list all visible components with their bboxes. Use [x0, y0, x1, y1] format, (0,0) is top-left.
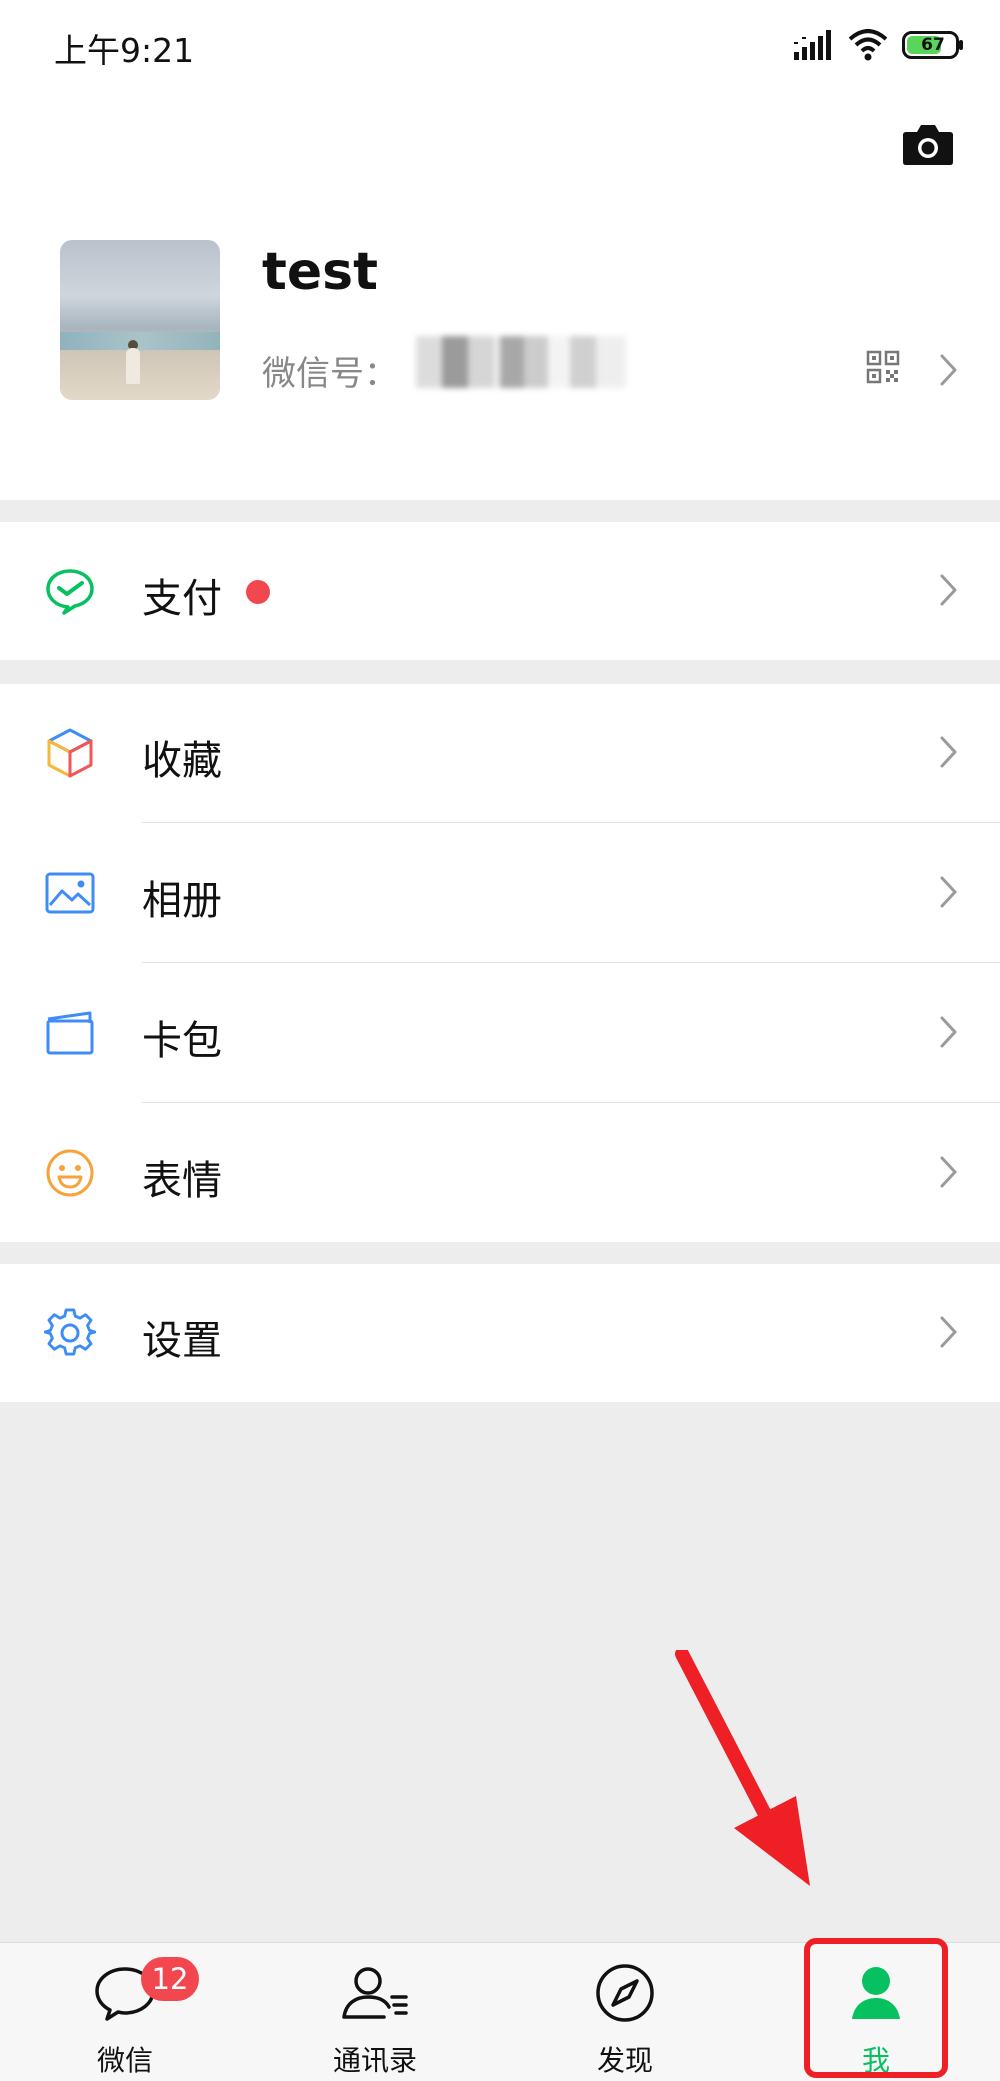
menu-item-label: 卡包 [142, 1018, 222, 1064]
divider [142, 822, 1000, 823]
menu-item-label: 表情 [142, 1158, 222, 1204]
notification-dot [246, 580, 270, 604]
menu-item-stickers[interactable]: 表情 [0, 1104, 1000, 1242]
cube-icon [47, 728, 93, 778]
chevron-right-icon [940, 1016, 957, 1048]
contacts-icon [342, 1967, 408, 2019]
wechat-pay-icon [46, 569, 94, 615]
tab-label: 微信 [96, 2044, 153, 2077]
menu-item-label: 设置 [142, 1318, 222, 1364]
status-time: 上午9:21 [54, 31, 195, 70]
menu-item-label: 相册 [142, 878, 222, 924]
wechat-id-label: 微信号： [262, 354, 398, 394]
chevron-right-icon [940, 354, 957, 386]
smiley-icon [46, 1149, 94, 1197]
chevron-right-icon [940, 1156, 957, 1188]
gear-icon [44, 1308, 96, 1356]
status-icons: 67 [794, 26, 964, 64]
nickname: test [262, 242, 378, 302]
tab-discover[interactable]: 发现 [525, 1943, 725, 2081]
chevron-right-icon [940, 574, 957, 606]
menu-group-settings: 设置 [0, 1264, 1000, 1402]
annotation-arrow [675, 1650, 810, 1886]
avatar[interactable] [60, 240, 220, 400]
camera-icon[interactable] [902, 122, 954, 166]
battery-level: 67 [921, 35, 945, 55]
status-bar: 上午9:21 67 [0, 0, 1000, 92]
menu-item-album[interactable]: 相册 [0, 824, 1000, 962]
tab-chats[interactable]: 12 微信 [25, 1943, 225, 2081]
chevron-right-icon [940, 736, 957, 768]
profile-header[interactable]: test 微信号： [0, 92, 1000, 500]
picture-icon [45, 872, 95, 914]
menu-item-label: 收藏 [142, 738, 222, 784]
menu-group-pay: 支付 [0, 522, 1000, 660]
divider [142, 962, 1000, 963]
menu-item-cards[interactable]: 卡包 [0, 964, 1000, 1102]
annotation-highlight-box [804, 1938, 948, 2078]
menu-item-pay[interactable]: 支付 [0, 522, 1000, 660]
menu-item-favorites[interactable]: 收藏 [0, 684, 1000, 822]
wechat-id-redacted [414, 336, 626, 388]
menu-item-settings[interactable]: 设置 [0, 1264, 1000, 1402]
tab-label: 通讯录 [332, 2044, 417, 2077]
chevron-right-icon [940, 1316, 957, 1348]
signal-icon [794, 30, 831, 60]
tab-contacts[interactable]: 通讯录 [275, 1943, 475, 2081]
card-wallet-icon [46, 1011, 94, 1055]
qr-code-icon[interactable] [866, 350, 900, 384]
battery-icon: 67 [902, 31, 964, 59]
unread-badge: 12 [141, 1957, 199, 2001]
tab-label: 发现 [596, 2044, 653, 2077]
compass-icon [596, 1964, 654, 2022]
chevron-right-icon [940, 876, 957, 908]
divider [142, 1102, 1000, 1103]
menu-group-main: 收藏 相册 卡包 表情 [0, 684, 1000, 1242]
menu-item-label: 支付 [142, 576, 222, 622]
wifi-icon [848, 29, 888, 61]
